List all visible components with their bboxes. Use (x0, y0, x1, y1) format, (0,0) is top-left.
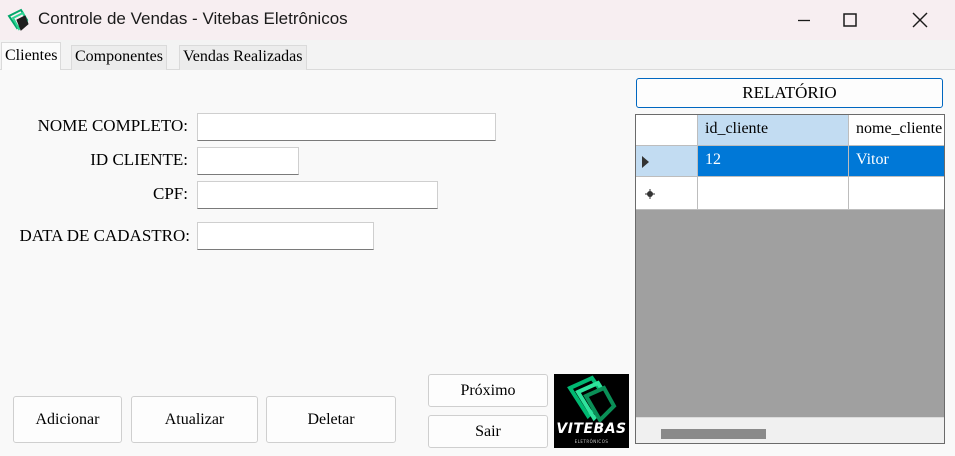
logo-subtext: ELETRÔNICOS (574, 439, 609, 444)
data-cadastro-label: DATA DE CADASTRO: (19, 226, 190, 245)
tab-vendas-realizadas[interactable]: Vendas Realizadas (179, 45, 307, 70)
grid-new-cell-nome-cliente[interactable] (849, 177, 944, 210)
maximize-button[interactable] (827, 0, 873, 40)
column-header-id-cliente[interactable]: id_cliente (698, 115, 849, 146)
relatorio-button[interactable]: RELATÓRIO (636, 78, 943, 108)
adicionar-button[interactable]: Adicionar (13, 396, 122, 443)
title-bar: Controle de Vendas - Vitebas Eletrônicos (0, 0, 955, 40)
grid-horizontal-scrollbar[interactable] (636, 417, 944, 443)
grid-cell-nome-cliente[interactable]: Vitor (849, 146, 944, 177)
close-icon (912, 12, 928, 28)
maximize-icon (843, 13, 857, 27)
atualizar-button[interactable]: Atualizar (131, 396, 258, 443)
tab-componentes[interactable]: Componentes (71, 45, 167, 70)
scrollbar-thumb[interactable] (661, 429, 766, 439)
new-row-asterisk-icon (645, 189, 655, 199)
cpf-label: CPF: (153, 184, 188, 203)
row-pointer-icon (642, 156, 649, 168)
clientes-grid[interactable]: id_cliente nome_cliente 12 Vitor (635, 114, 945, 444)
sair-button[interactable]: Sair (428, 415, 548, 448)
vitebas-logo: VITEBAS ELETRÔNICOS (554, 374, 629, 448)
column-header-nome-cliente[interactable]: nome_cliente (849, 115, 944, 146)
deletar-button[interactable]: Deletar (266, 396, 396, 443)
logo-wordmark: VITEBAS (556, 421, 627, 437)
id-cliente-label: ID CLIENTE: (90, 150, 188, 169)
data-cadastro-input[interactable] (197, 222, 374, 250)
nome-completo-label: NOME COMPLETO: (37, 116, 188, 135)
grid-corner-header[interactable] (636, 115, 698, 146)
nome-completo-input[interactable] (197, 113, 496, 141)
vitebas-logo-icon (7, 8, 29, 31)
close-button[interactable] (897, 0, 943, 40)
id-cliente-input[interactable] (197, 147, 299, 175)
window-title: Controle de Vendas - Vitebas Eletrônicos (38, 9, 348, 28)
cpf-input[interactable] (197, 181, 438, 209)
row-header-new[interactable] (636, 177, 698, 210)
proximo-button[interactable]: Próximo (428, 374, 548, 407)
grid-new-cell-id-cliente[interactable] (698, 177, 849, 210)
tab-clientes[interactable]: Clientes (1, 42, 62, 70)
minimize-icon (798, 19, 810, 22)
grid-cell-id-cliente[interactable]: 12 (698, 146, 849, 177)
minimize-button[interactable] (781, 0, 827, 40)
row-header-current[interactable] (636, 146, 698, 177)
vitebas-emblem-icon (567, 375, 617, 422)
